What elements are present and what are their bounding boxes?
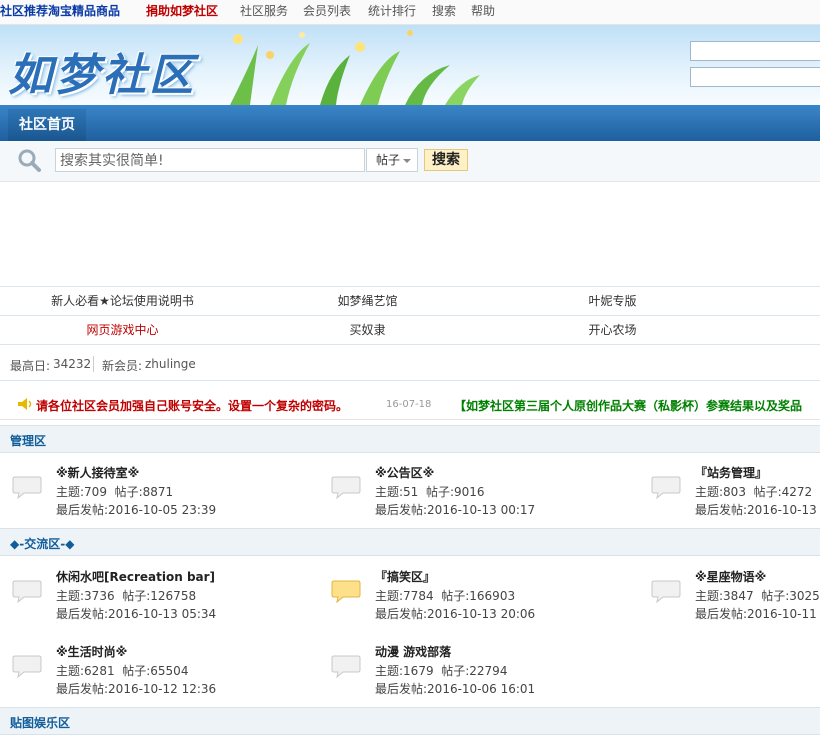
announcement-date: 16-07-18 xyxy=(386,399,432,410)
forum-stats: 最高日: 34232 新会员: zhulinge xyxy=(0,346,820,381)
login-password-field[interactable] xyxy=(690,67,820,87)
forum-counts: 主题:1679 帖子:22794 xyxy=(375,664,508,678)
forum-item[interactable]: ※生活时尚※ 主题:6281 帖子:65504 最后发帖:2016-10-12 … xyxy=(12,643,312,697)
forum-item[interactable]: ※新人接待室※ 主题:709 帖子:8871 最后发帖:2016-10-05 2… xyxy=(12,464,312,518)
section-title: 管理区 xyxy=(10,434,47,448)
announcement-link[interactable]: 【如梦社区第三届个人原创作品大赛（私影杯）参赛结果以及奖品 xyxy=(454,397,802,414)
forum-last-post: 最后发帖:2016-10-06 16:01 xyxy=(375,682,536,696)
forum-status-icon xyxy=(651,580,681,604)
forum-last-post: 最后发帖:2016-10-11 2 xyxy=(695,607,820,621)
forum-counts: 主题:51 帖子:9016 xyxy=(375,485,485,499)
search-type-value: 帖子 xyxy=(376,153,401,167)
site-logo[interactable]: 如梦社区 xyxy=(8,39,196,103)
search-type-select[interactable]: 帖子 xyxy=(366,148,418,172)
forum-item[interactable]: 『搞笑区』 主题:7784 帖子:166903 最后发帖:2016-10-13 … xyxy=(331,568,631,622)
forum-new-post-icon xyxy=(331,580,361,604)
forum-last-post: 最后发帖:2016-10-05 23:39 xyxy=(56,503,217,517)
section-header-pictures[interactable]: 贴图娱乐区 xyxy=(0,707,820,735)
forum-counts: 主题:3736 帖子:126758 xyxy=(56,589,197,603)
chevron-down-icon xyxy=(403,159,411,163)
new-member-value[interactable]: zhulinge xyxy=(145,357,196,371)
forum-item[interactable]: 『站务管理』 主题:803 帖子:4272 最后发帖:2016-10-13 1 xyxy=(651,464,820,518)
forum-status-icon xyxy=(651,476,681,500)
forum-status-icon xyxy=(12,476,42,500)
forum-name[interactable]: ※新人接待室※ xyxy=(56,464,139,481)
quick-links-table: 新人必看★论坛使用说明书 如梦绳艺馆 叶妮专版 网页游戏中心 买奴隶 开心农场 xyxy=(0,286,820,345)
forum-counts: 主题:3847 帖子:30258 xyxy=(695,589,820,603)
search-input[interactable]: 搜索其实很简单! xyxy=(55,148,365,172)
topbar-link-stats[interactable]: 统计排行 xyxy=(368,4,416,18)
forum-last-post: 最后发帖:2016-10-12 12:36 xyxy=(56,682,217,696)
forum-name[interactable]: 动漫 游戏部落 xyxy=(375,643,451,660)
forum-item[interactable]: ※星座物语※ 主题:3847 帖子:30258 最后发帖:2016-10-11 … xyxy=(651,568,820,622)
quick-links-row: 新人必看★论坛使用说明书 如梦绳艺馆 叶妮专版 xyxy=(0,287,820,316)
forum-counts: 主题:7784 帖子:166903 xyxy=(375,589,516,603)
speaker-icon xyxy=(18,398,32,410)
quick-link[interactable]: 叶妮专版 xyxy=(490,287,735,315)
quick-link[interactable]: 开心农场 xyxy=(490,316,735,344)
forum-name[interactable]: ※生活时尚※ xyxy=(56,643,127,660)
forum-item[interactable]: ※公告区※ 主题:51 帖子:9016 最后发帖:2016-10-13 00:1… xyxy=(331,464,631,518)
header-grass-decoration xyxy=(230,30,480,105)
topbar-link-search[interactable]: 搜索 xyxy=(432,4,456,18)
forum-counts: 主题:6281 帖子:65504 xyxy=(56,664,189,678)
forum-last-post: 最后发帖:2016-10-13 05:34 xyxy=(56,607,217,621)
site-header: 如梦社区 xyxy=(0,25,820,105)
forum-counts: 主题:803 帖子:4272 xyxy=(695,485,813,499)
search-button[interactable]: 搜索 xyxy=(424,149,468,171)
forum-name[interactable]: 『站务管理』 xyxy=(695,464,767,481)
section-header-admin[interactable]: 管理区 xyxy=(0,425,820,453)
forum-status-icon xyxy=(12,580,42,604)
announcement-bar: 请各位社区会员加强自己账号安全。设置一个复杂的密码。 16-07-18 【如梦社… xyxy=(0,391,820,420)
quick-link[interactable]: 如梦绳艺馆 xyxy=(245,287,490,315)
quick-link[interactable]: 买奴隶 xyxy=(245,316,490,344)
topbar-link-help[interactable]: 帮助 xyxy=(471,4,495,18)
forum-last-post: 最后发帖:2016-10-13 00:17 xyxy=(375,503,536,517)
divider xyxy=(93,356,94,372)
forum-status-icon xyxy=(12,655,42,679)
section-title: 贴图娱乐区 xyxy=(10,716,71,730)
forum-status-icon xyxy=(331,476,361,500)
section-title: ◆-交流区-◆ xyxy=(10,537,75,551)
forum-name[interactable]: ※星座物语※ xyxy=(695,568,766,585)
forum-last-post: 最后发帖:2016-10-13 20:06 xyxy=(375,607,536,621)
topbar-link-members[interactable]: 会员列表 xyxy=(303,4,351,18)
max-day-value: 34232 xyxy=(53,357,92,371)
top-links-bar: 社区推荐淘宝精品商品 捐助如梦社区 社区服务 会员列表 统计排行 搜索 帮助 xyxy=(0,0,820,25)
topbar-link-services[interactable]: 社区服务 xyxy=(240,4,288,18)
forum-item[interactable]: 动漫 游戏部落 主题:1679 帖子:22794 最后发帖:2016-10-06… xyxy=(331,643,631,697)
forum-name[interactable]: 『搞笑区』 xyxy=(375,568,435,585)
forum-name[interactable]: 休闲水吧[Recreation bar] xyxy=(56,568,215,585)
max-day-label: 最高日: xyxy=(10,359,51,373)
quick-links-row: 网页游戏中心 买奴隶 开心农场 xyxy=(0,316,820,345)
login-username-field[interactable] xyxy=(690,41,820,61)
forum-status-icon xyxy=(331,655,361,679)
forum-last-post: 最后发帖:2016-10-13 1 xyxy=(695,503,820,517)
forum-item[interactable]: 休闲水吧[Recreation bar] 主题:3736 帖子:126758 最… xyxy=(12,568,312,622)
forum-name[interactable]: ※公告区※ xyxy=(375,464,434,481)
announcement-link[interactable]: 请各位社区会员加强自己账号安全。设置一个复杂的密码。 xyxy=(36,397,348,414)
quick-link[interactable]: 新人必看★论坛使用说明书 xyxy=(0,287,245,315)
forum-counts: 主题:709 帖子:8871 xyxy=(56,485,174,499)
search-icon xyxy=(18,149,41,172)
search-bar: 搜索其实很简单! 帖子 搜索 xyxy=(0,141,820,182)
tab-home[interactable]: 社区首页 xyxy=(8,109,86,141)
topbar-link-donate[interactable]: 捐助如梦社区 xyxy=(146,4,218,18)
main-nav: 社区首页 xyxy=(0,105,820,141)
quick-link[interactable]: 网页游戏中心 xyxy=(0,316,245,344)
topbar-link-taobao[interactable]: 社区推荐淘宝精品商品 xyxy=(0,4,120,18)
section-header-chat[interactable]: ◆-交流区-◆ xyxy=(0,528,820,556)
new-member-label: 新会员: xyxy=(102,359,143,373)
